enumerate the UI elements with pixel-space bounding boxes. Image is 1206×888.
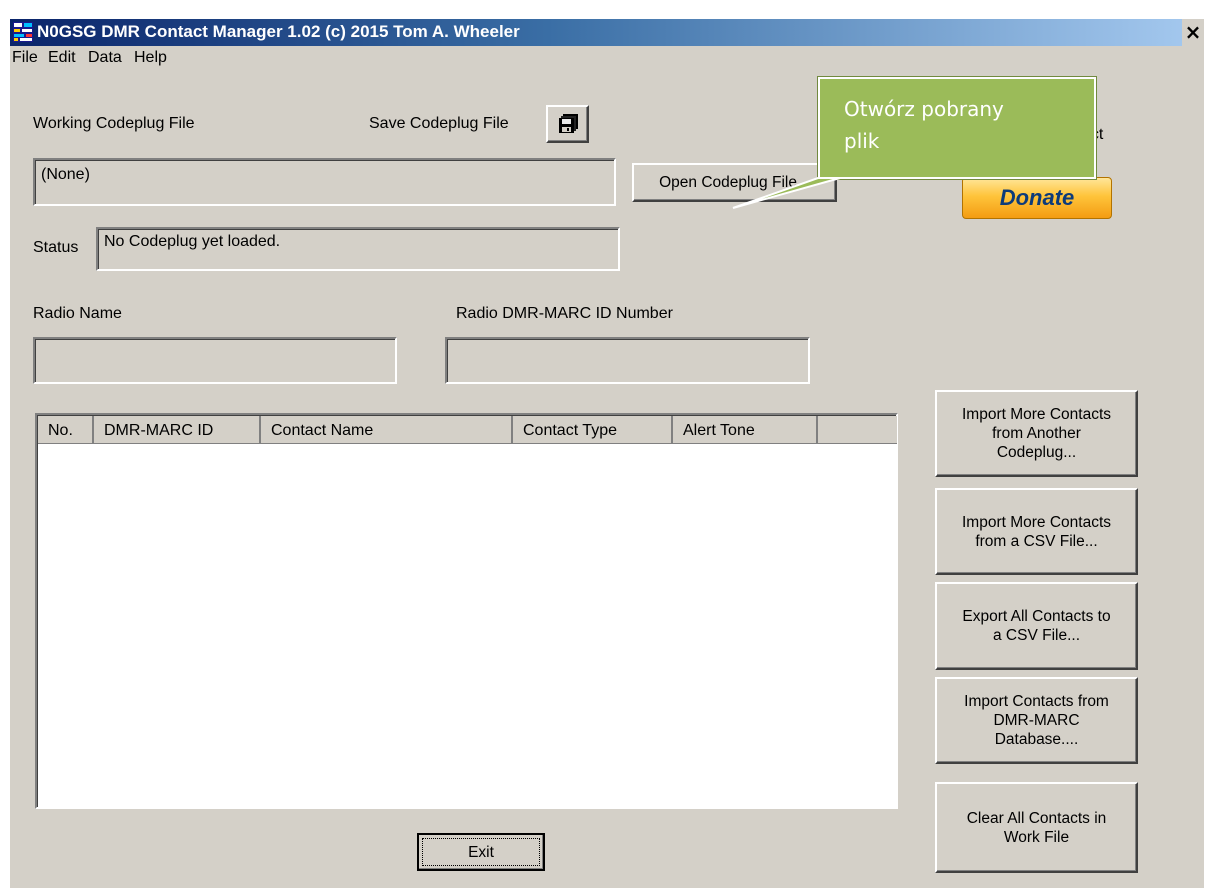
codeplug-file-field: (None) <box>33 158 616 206</box>
status-field: No Codeplug yet loaded. <box>96 227 620 271</box>
menu-bar: File Edit Data Help <box>10 46 1204 72</box>
import-codeplug-line3: Codeplug... <box>996 444 1077 461</box>
exit-label: Exit <box>468 843 494 861</box>
app-window: N0GSG DMR Contact Manager 1.02 (c) 2015 … <box>10 19 1204 888</box>
exit-button[interactable]: Exit <box>417 833 545 871</box>
donate-button[interactable]: Donate <box>962 177 1112 219</box>
import-dmrmarc-label: Import Contacts from DMR-MARC Database..… <box>964 692 1109 749</box>
column-alert-tone[interactable]: Alert Tone <box>673 416 818 444</box>
radio-id-label: Radio DMR-MARC ID Number <box>456 305 673 322</box>
save-codeplug-label: Save Codeplug File <box>369 115 509 132</box>
close-button[interactable]: × <box>1182 19 1204 46</box>
radio-id-field <box>445 337 810 384</box>
codeplug-file-value: (None) <box>41 166 90 183</box>
title-bar[interactable]: N0GSG DMR Contact Manager 1.02 (c) 2015 … <box>10 19 1204 46</box>
annotation-callout: Otwórz pobrany plik <box>817 76 1097 180</box>
clear-all-button[interactable]: Clear All Contacts in Work File <box>935 782 1138 873</box>
import-dmrmarc-line1: Import Contacts from <box>964 693 1109 710</box>
column-extra[interactable] <box>818 416 897 444</box>
import-dmrmarc-button[interactable]: Import Contacts from DMR-MARC Database..… <box>935 677 1138 764</box>
import-csv-line1: Import More Contacts <box>961 513 1112 531</box>
status-label: Status <box>33 239 79 256</box>
floppy-disk-icon <box>558 114 578 133</box>
status-value: No Codeplug yet loaded. <box>104 233 281 250</box>
radio-name-field <box>33 337 397 384</box>
window-title: N0GSG DMR Contact Manager 1.02 (c) 2015 … <box>37 22 520 41</box>
column-contact-type[interactable]: Contact Type <box>513 416 673 444</box>
clear-all-line1: Clear All Contacts in <box>966 809 1107 827</box>
working-codeplug-label: Working Codeplug File <box>33 115 195 132</box>
export-csv-line1: Export All Contacts to <box>962 608 1111 625</box>
exit-focus-ring: Exit <box>422 838 540 866</box>
export-csv-line2: a CSV File... <box>993 627 1080 644</box>
import-csv-button[interactable]: Import More Contacts from a CSV File... <box>935 488 1138 575</box>
open-codeplug-button[interactable]: Open Codeplug File... <box>632 163 837 202</box>
column-number[interactable]: No. <box>38 416 94 444</box>
import-csv-label: Import More Contacts from a CSV File... <box>962 513 1111 551</box>
contacts-list-header: No. DMR-MARC ID Contact Name Contact Typ… <box>38 416 897 444</box>
menu-edit[interactable]: Edit <box>48 49 76 67</box>
radio-name-label: Radio Name <box>33 305 122 322</box>
import-codeplug-line1: Import More Contacts <box>961 406 1112 423</box>
export-csv-button[interactable]: Export All Contacts to a CSV File... <box>935 582 1138 670</box>
column-contact-name[interactable]: Contact Name <box>261 416 513 444</box>
export-csv-label: Export All Contacts to a CSV File... <box>962 607 1110 645</box>
callout-line1: Otwórz pobrany <box>844 97 1004 121</box>
column-dmr-marc-id[interactable]: DMR-MARC ID <box>94 416 261 444</box>
import-csv-line2: from a CSV File... <box>975 532 1098 550</box>
import-codeplug-line2: from Another <box>992 425 1081 442</box>
menu-help[interactable]: Help <box>134 49 167 67</box>
contacts-list[interactable]: No. DMR-MARC ID Contact Name Contact Typ… <box>35 413 898 809</box>
import-dmrmarc-line2: DMR-MARC <box>993 712 1080 729</box>
import-dmrmarc-line3: Database.... <box>994 731 1079 748</box>
import-codeplug-label: Import More Contacts from Another Codepl… <box>962 405 1111 462</box>
menu-file[interactable]: File <box>12 49 38 67</box>
clear-all-line2: Work File <box>1003 828 1070 846</box>
callout-line2: plik <box>844 129 880 153</box>
save-codeplug-button[interactable] <box>546 105 589 143</box>
import-codeplug-button[interactable]: Import More Contacts from Another Codepl… <box>935 390 1138 477</box>
app-icon <box>13 22 33 42</box>
clear-all-label: Clear All Contacts in Work File <box>967 809 1107 847</box>
menu-data[interactable]: Data <box>88 49 122 67</box>
